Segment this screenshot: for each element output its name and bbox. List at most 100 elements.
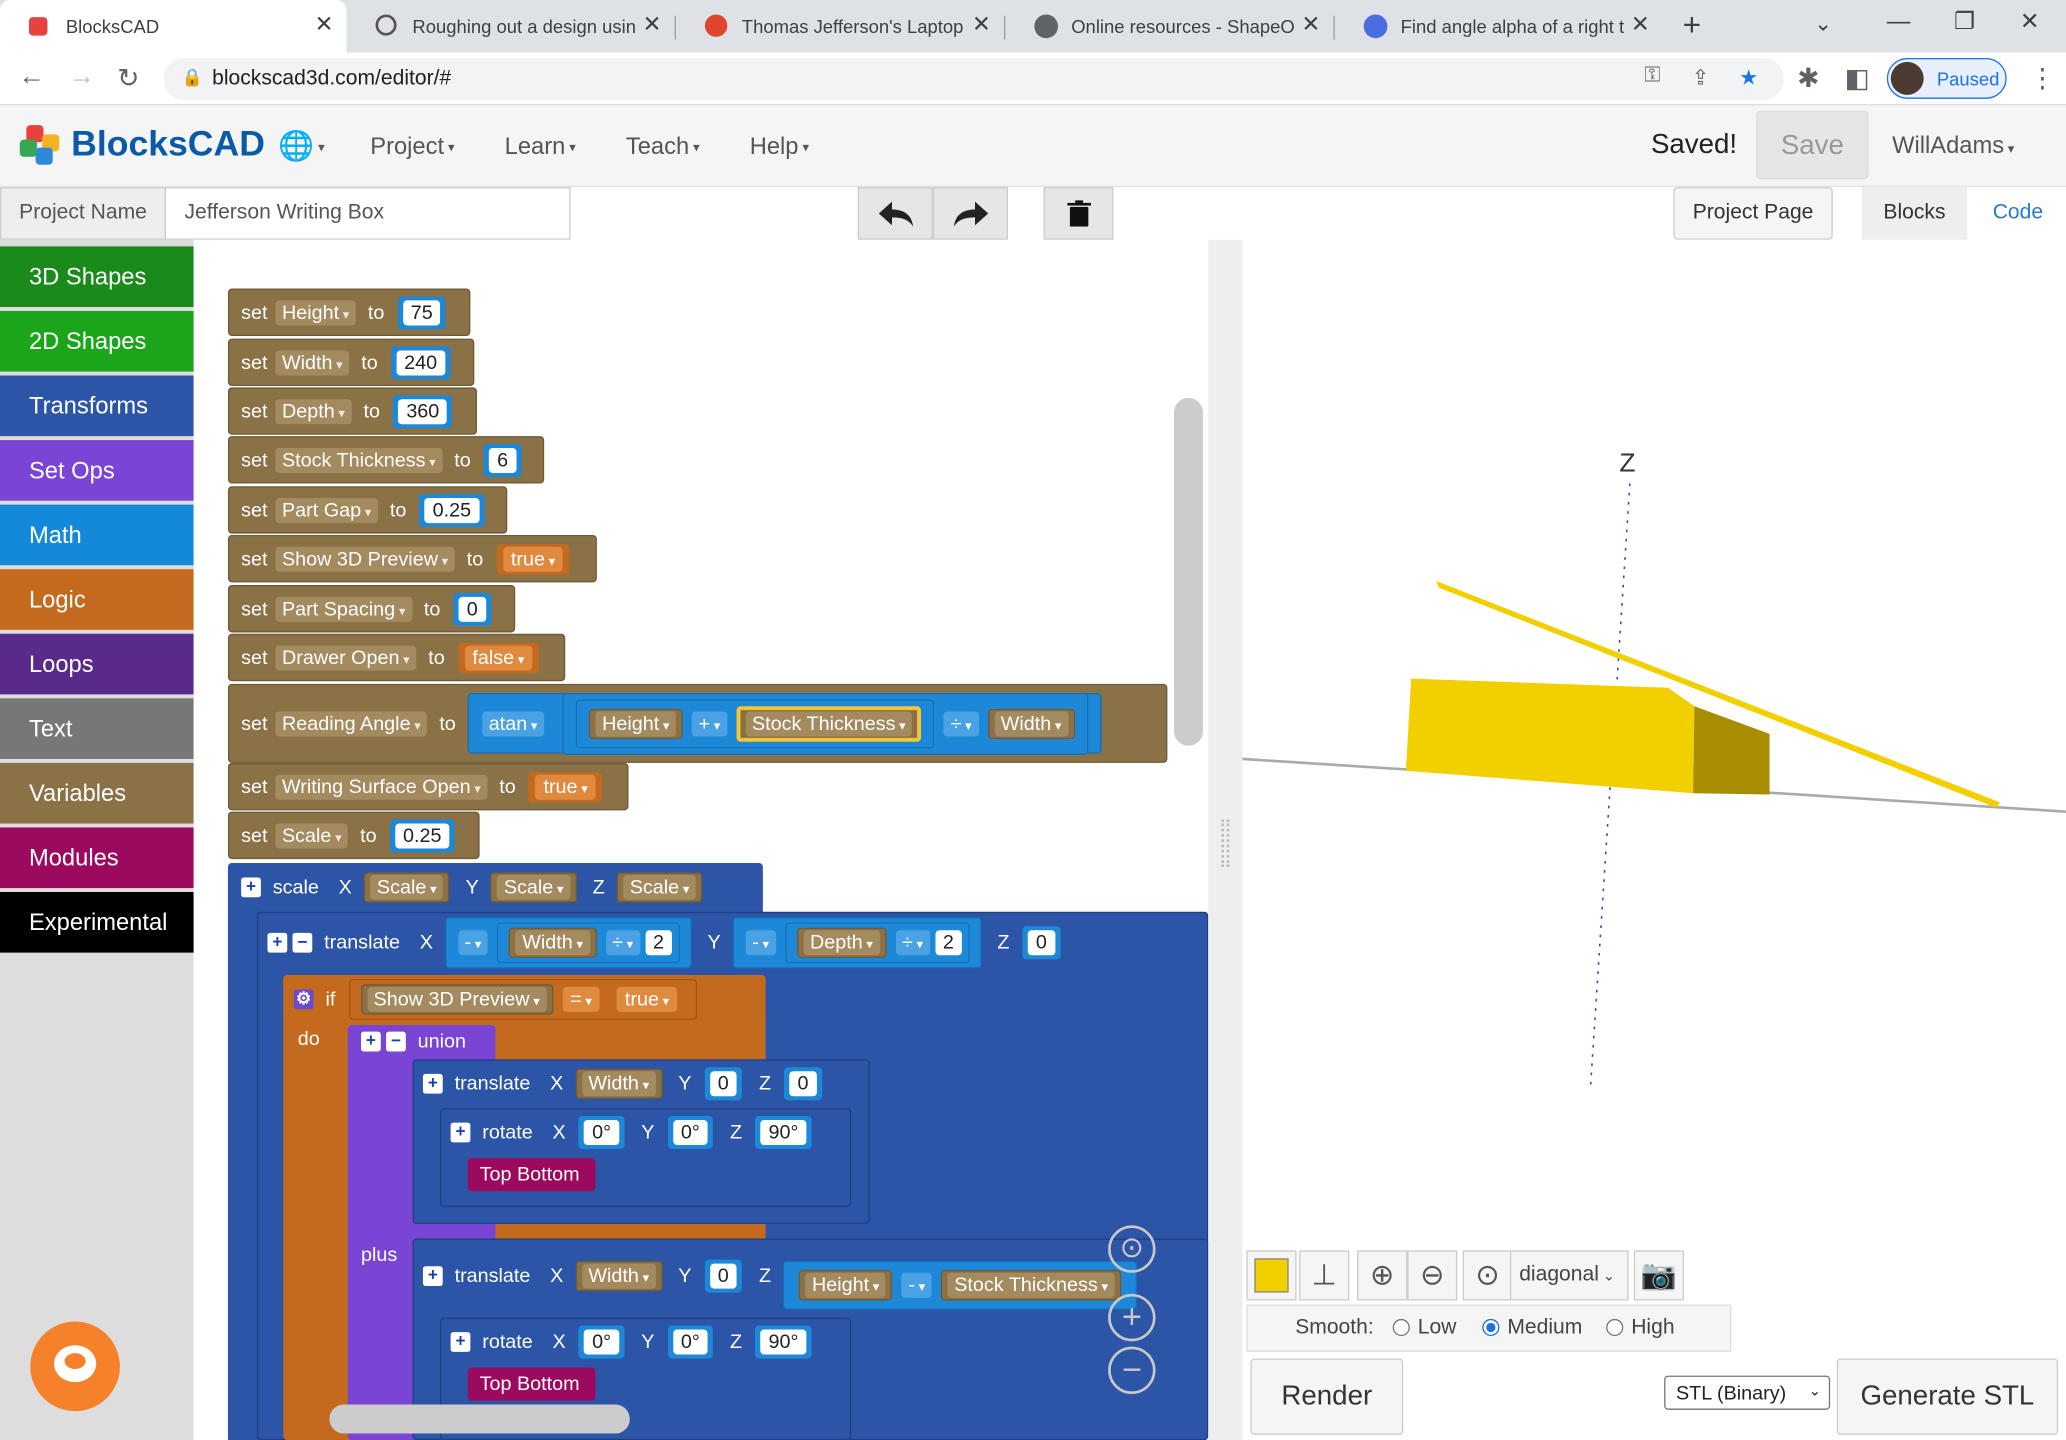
var-get-height[interactable]: Height bbox=[588, 708, 683, 739]
zoom-out-icon[interactable]: − bbox=[1108, 1346, 1156, 1395]
collapse-minus-icon[interactable]: − bbox=[292, 932, 313, 952]
module-call-top-bottom[interactable]: Top Bottom bbox=[467, 1367, 596, 1401]
axes-toggle-icon[interactable]: ⊥ bbox=[1299, 1250, 1350, 1301]
subtract-block[interactable]: - Width ÷ 2 bbox=[444, 916, 692, 968]
close-tab-icon[interactable]: ✕ bbox=[1631, 12, 1650, 38]
url-text[interactable]: blockscad3d.com/editor/# bbox=[212, 67, 451, 91]
if-block-header[interactable]: ⚙ if Show 3D Preview = true bbox=[283, 975, 766, 1023]
var-dropdown[interactable]: Writing Surface Open bbox=[275, 774, 488, 800]
op-dropdown[interactable]: + bbox=[691, 710, 727, 736]
subtract-block[interactable]: Height - Stock Thickness bbox=[782, 1260, 1138, 1310]
tab-blocks[interactable]: Blocks bbox=[1861, 187, 1968, 240]
recenter-target-icon[interactable]: ⊙ bbox=[1462, 1250, 1513, 1301]
category-logic[interactable]: Logic bbox=[0, 569, 194, 630]
var-dropdown[interactable]: Height bbox=[275, 299, 356, 325]
number-block[interactable]: 0° bbox=[667, 1115, 713, 1149]
set-drawer-open-block[interactable]: setDrawer Opentofalse bbox=[227, 633, 566, 682]
forward-icon[interactable]: → bbox=[69, 62, 95, 92]
set-part-gap-block[interactable]: setPart Gapto0.25 bbox=[227, 486, 508, 534]
tab-blockscad[interactable]: BlocksCAD ✕ bbox=[0, 0, 347, 53]
set-width-block[interactable]: setWidthto240 bbox=[227, 338, 475, 387]
set-scale-block[interactable]: setScaleto0.25 bbox=[227, 811, 480, 860]
set-stock-thickness-block[interactable]: setStock Thicknessto6 bbox=[227, 436, 545, 484]
union-block-header[interactable]: + − union bbox=[347, 1025, 496, 1057]
var-get-stock-thickness[interactable]: Stock Thickness bbox=[941, 1269, 1122, 1300]
drag-handle-icon[interactable] bbox=[1221, 819, 1230, 867]
view-mode-select[interactable]: diagonal ⌄ bbox=[1509, 1250, 1629, 1301]
var-dropdown[interactable]: Drawer Open bbox=[275, 644, 417, 670]
add-block[interactable]: Height + Stock Thickness bbox=[575, 698, 935, 748]
close-tab-icon[interactable]: ✕ bbox=[315, 12, 334, 38]
var-get-width[interactable]: Width bbox=[509, 926, 597, 958]
number-block[interactable]: 6 bbox=[483, 443, 522, 477]
number-block[interactable]: 90° bbox=[755, 1324, 812, 1358]
set-height-block[interactable]: setHeightto75 bbox=[227, 288, 471, 336]
menu-teach[interactable]: Teach ▾ bbox=[626, 133, 700, 161]
var-dropdown[interactable]: Scale bbox=[275, 822, 349, 848]
var-get-stock-thickness[interactable]: Stock Thickness bbox=[736, 705, 922, 742]
expand-plus-icon[interactable]: + bbox=[241, 876, 261, 897]
set-part-spacing-block[interactable]: setPart Spacingto0 bbox=[227, 585, 516, 633]
category-transforms[interactable]: Transforms bbox=[0, 375, 194, 437]
var-get-scale[interactable]: Scale bbox=[490, 871, 577, 902]
var-dropdown[interactable]: Show 3D Preview bbox=[275, 546, 455, 572]
category-math[interactable]: Math bbox=[0, 504, 194, 566]
var-get-width[interactable]: Width bbox=[575, 1067, 663, 1099]
boolean-block[interactable]: false bbox=[457, 642, 539, 673]
set-reading-angle-block[interactable]: setReading Angleto atan Height + Stock T… bbox=[227, 683, 1168, 763]
set-depth-block[interactable]: setDepthto360 bbox=[227, 387, 477, 435]
category-variables[interactable]: Variables bbox=[0, 762, 194, 824]
project-name-input[interactable]: Jefferson Writing Box bbox=[164, 187, 571, 240]
workspace-horizontal-scrollbar[interactable] bbox=[329, 1404, 630, 1434]
number-block[interactable]: 0.25 bbox=[389, 818, 455, 852]
recenter-icon[interactable]: ⊙ bbox=[1108, 1225, 1156, 1273]
category-text[interactable]: Text bbox=[0, 698, 194, 759]
expand-plus-icon[interactable]: + bbox=[422, 1265, 443, 1286]
extensions-icon[interactable]: ✱ bbox=[1797, 62, 1819, 95]
boolean-block[interactable]: true bbox=[528, 771, 603, 802]
number-block[interactable]: 0 bbox=[704, 1258, 742, 1292]
set-writing-surface-open-block[interactable]: setWriting Surface Opentotrue bbox=[227, 762, 629, 811]
zoom-in-icon[interactable]: ⊕ bbox=[1357, 1250, 1408, 1301]
render-button[interactable]: Render bbox=[1250, 1358, 1404, 1435]
omnibox[interactable]: 🔒 blockscad3d.com/editor/# ⚿ ⇪ ★ bbox=[163, 57, 1785, 101]
category-2d-shapes[interactable]: 2D Shapes bbox=[0, 310, 194, 372]
number-block[interactable]: 0 bbox=[704, 1066, 742, 1100]
chat-widget-button[interactable] bbox=[30, 1321, 120, 1412]
var-dropdown[interactable]: Part Spacing bbox=[275, 596, 413, 622]
category-loops[interactable]: Loops bbox=[0, 633, 194, 695]
camera-icon[interactable]: 📷 bbox=[1633, 1250, 1684, 1301]
new-tab-icon[interactable]: + bbox=[1683, 8, 1701, 45]
tab-shapeoko[interactable]: Online resources - ShapeOko ✕ bbox=[1005, 0, 1333, 53]
close-window-icon[interactable]: ✕ bbox=[2020, 8, 2040, 36]
key-icon[interactable]: ⚿ bbox=[1644, 65, 1660, 89]
reload-icon[interactable]: ↻ bbox=[117, 62, 139, 95]
expand-plus-icon[interactable]: + bbox=[450, 1121, 471, 1142]
bookmark-star-icon[interactable]: ★ bbox=[1739, 65, 1758, 91]
gear-icon[interactable]: ⚙ bbox=[293, 988, 314, 1009]
number-field[interactable]: 2 bbox=[935, 929, 962, 955]
var-get-width[interactable]: Width bbox=[987, 708, 1075, 739]
translate-block-3-header[interactable]: + translate XWidth Y0 Z Height - Stock T… bbox=[412, 1239, 1208, 1313]
number-block[interactable]: 90° bbox=[755, 1115, 812, 1149]
close-tab-icon[interactable]: ✕ bbox=[643, 12, 662, 38]
var-get-scale[interactable]: Scale bbox=[363, 871, 450, 902]
smooth-high-option[interactable]: High bbox=[1606, 1316, 1675, 1340]
restore-icon[interactable]: ❐ bbox=[1954, 8, 1975, 36]
rotate-block-2-header[interactable]: + rotate X 0° Y 0° Z 90° bbox=[440, 1318, 851, 1365]
tab-jefferson[interactable]: Thomas Jefferson's Laptop W ✕ bbox=[676, 0, 1004, 53]
smooth-medium-option[interactable]: Medium bbox=[1482, 1316, 1582, 1340]
number-block[interactable]: 0° bbox=[667, 1324, 713, 1358]
set-show-3d-preview-block[interactable]: setShow 3D Previewtotrue bbox=[227, 534, 597, 583]
zoom-out-icon[interactable]: ⊖ bbox=[1407, 1250, 1458, 1301]
var-dropdown[interactable]: Stock Thickness bbox=[275, 447, 443, 473]
category-modules[interactable]: Modules bbox=[0, 827, 194, 889]
number-block[interactable]: 240 bbox=[390, 345, 451, 379]
module-call-top-bottom[interactable]: Top Bottom bbox=[467, 1158, 596, 1192]
close-tab-icon[interactable]: ✕ bbox=[1301, 12, 1320, 38]
translate-block-2-header[interactable]: + translate XWidth Y0 Z0 bbox=[412, 1059, 869, 1106]
project-page-button[interactable]: Project Page bbox=[1673, 187, 1833, 240]
render-canvas[interactable]: Z bbox=[1242, 240, 2066, 1248]
number-block[interactable]: 0 bbox=[784, 1066, 822, 1100]
minimize-icon[interactable]: — bbox=[1887, 8, 1911, 36]
